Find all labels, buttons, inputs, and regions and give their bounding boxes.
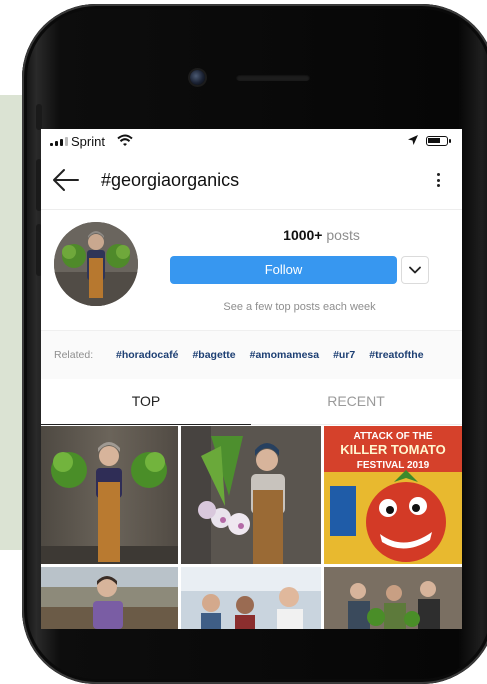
wifi-icon <box>117 134 133 146</box>
post-thumbnail[interactable]: ATTACK OF THE KILLER TOMATO FESTIVAL 201… <box>324 426 462 564</box>
hashtag-title: #georgiaorganics <box>101 170 240 190</box>
poster-line-2: KILLER TOMATO <box>340 442 445 457</box>
signal-icon <box>50 137 68 146</box>
related-tag[interactable]: #horadocafé <box>116 349 178 361</box>
poster-line-1: ATTACK OF THE <box>353 431 432 442</box>
tab-recent[interactable]: RECENT <box>251 393 461 409</box>
active-tab-indicator <box>41 424 251 425</box>
post-photo <box>324 567 462 629</box>
status-bar: Sprint <box>41 129 462 153</box>
post-count-label: posts <box>326 227 360 243</box>
earpiece-speaker <box>236 74 310 81</box>
related-tag[interactable]: #bagette <box>192 349 235 361</box>
carrier-name: Sprint <box>71 134 105 149</box>
more-options-icon[interactable] <box>429 169 447 191</box>
tab-top[interactable]: TOP <box>41 393 251 409</box>
location-arrow-icon <box>408 135 418 145</box>
related-tag[interactable]: #ur7 <box>333 349 355 361</box>
nav-bar: #georgiaorganics <box>41 153 462 210</box>
post-photo <box>41 567 178 629</box>
back-arrow-icon[interactable] <box>52 167 80 193</box>
battery-icon <box>426 136 451 146</box>
post-thumbnail[interactable] <box>41 567 178 629</box>
mute-switch <box>36 104 42 130</box>
post-thumbnail[interactable] <box>181 426 321 564</box>
related-tag[interactable]: #treatofthe <box>369 349 423 361</box>
post-thumbnail[interactable] <box>41 426 178 564</box>
related-hashtags-bar: Related: #horadocafé #bagette #amomamesa… <box>41 330 462 380</box>
post-thumbnail[interactable] <box>181 567 321 629</box>
related-tag[interactable]: #amomamesa <box>250 349 319 361</box>
post-photo <box>181 426 321 564</box>
phone-screen: Sprint #georgiaorganics 1000+ posts Foll… <box>41 129 462 629</box>
related-tags-list: #horadocafé #bagette #amomamesa #ur7 #tr… <box>116 349 424 361</box>
follow-subtext: See a few top posts each week <box>223 301 376 313</box>
poster-line-3: FESTIVAL 2019 <box>357 460 430 471</box>
related-label: Related: <box>54 349 94 361</box>
hashtag-header: 1000+ posts Follow See a few top posts e… <box>41 210 462 330</box>
post-tabs: TOP RECENT <box>41 379 462 425</box>
suggestions-dropdown-button[interactable] <box>401 256 429 284</box>
post-thumbnail[interactable] <box>324 567 462 629</box>
follow-button[interactable]: Follow <box>170 256 397 284</box>
festival-poster: ATTACK OF THE KILLER TOMATO FESTIVAL 201… <box>324 426 462 564</box>
post-photo <box>41 426 178 564</box>
post-photo <box>181 567 321 629</box>
post-count: 1000+ posts <box>41 227 462 243</box>
post-count-value: 1000+ <box>283 227 323 243</box>
chevron-down-icon <box>409 266 421 274</box>
front-camera <box>190 70 205 85</box>
post-grid: ATTACK OF THE KILLER TOMATO FESTIVAL 201… <box>41 426 462 629</box>
